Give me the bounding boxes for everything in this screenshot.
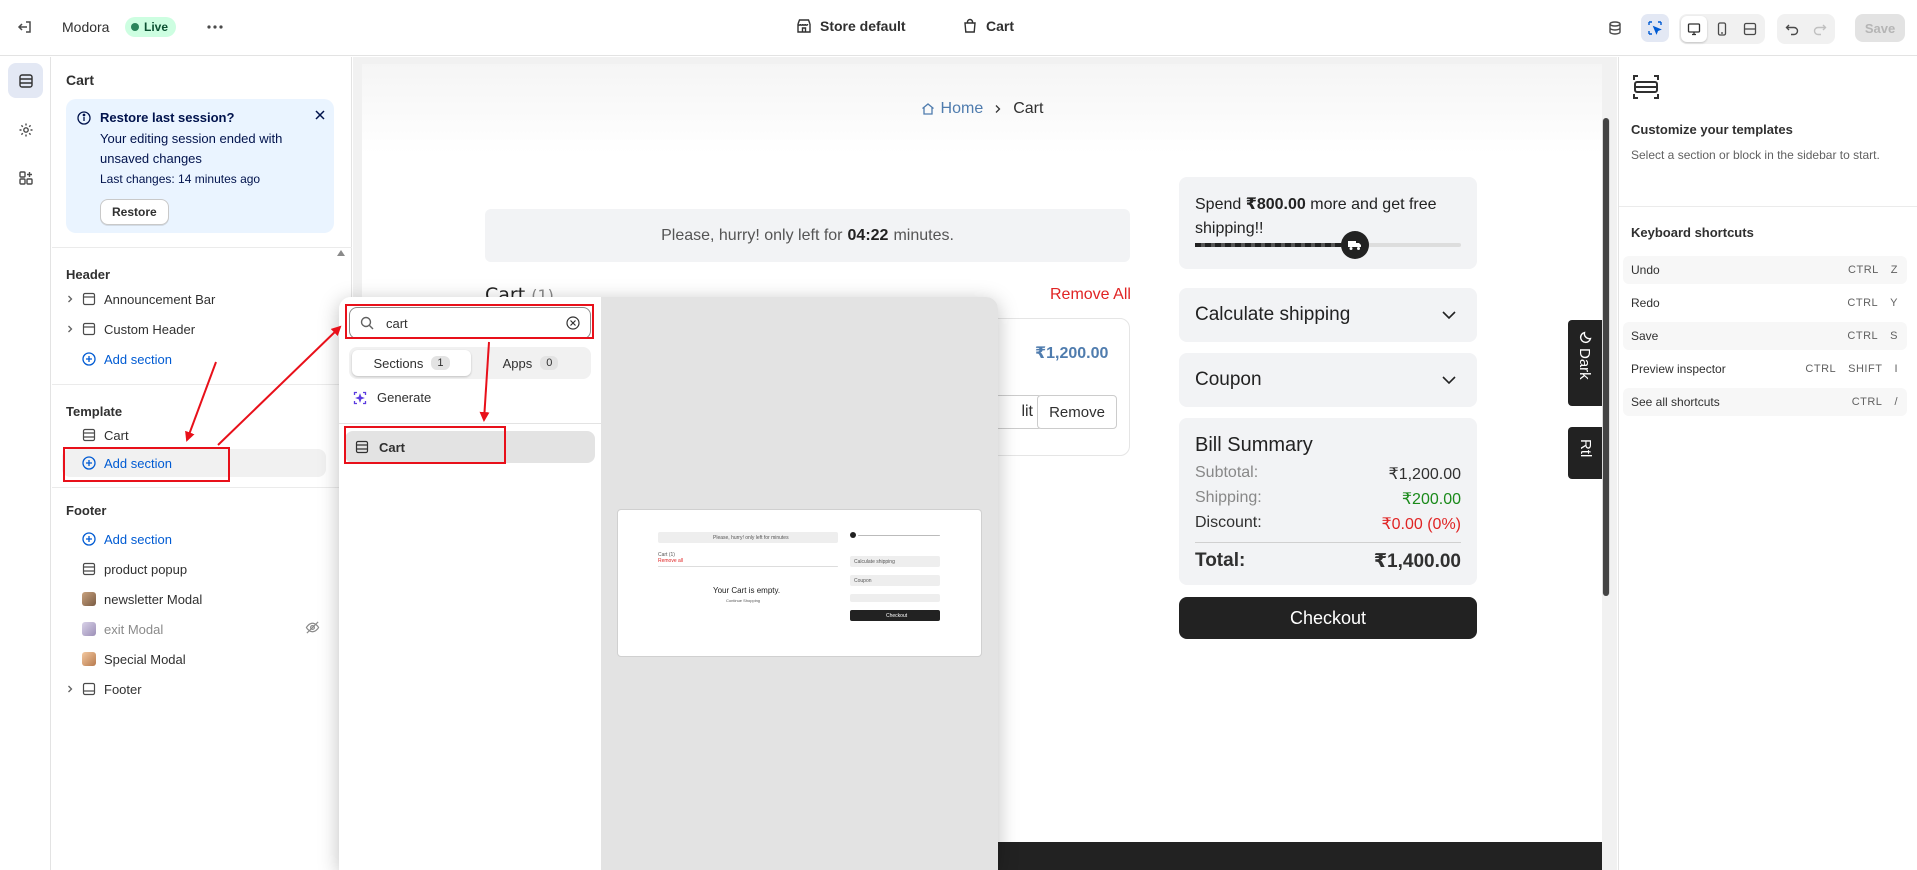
arrow-to-add-section (185, 361, 217, 442)
annotation-arrows (185, 325, 490, 446)
arrow-to-result (479, 341, 490, 422)
arrow-to-search (217, 325, 342, 446)
